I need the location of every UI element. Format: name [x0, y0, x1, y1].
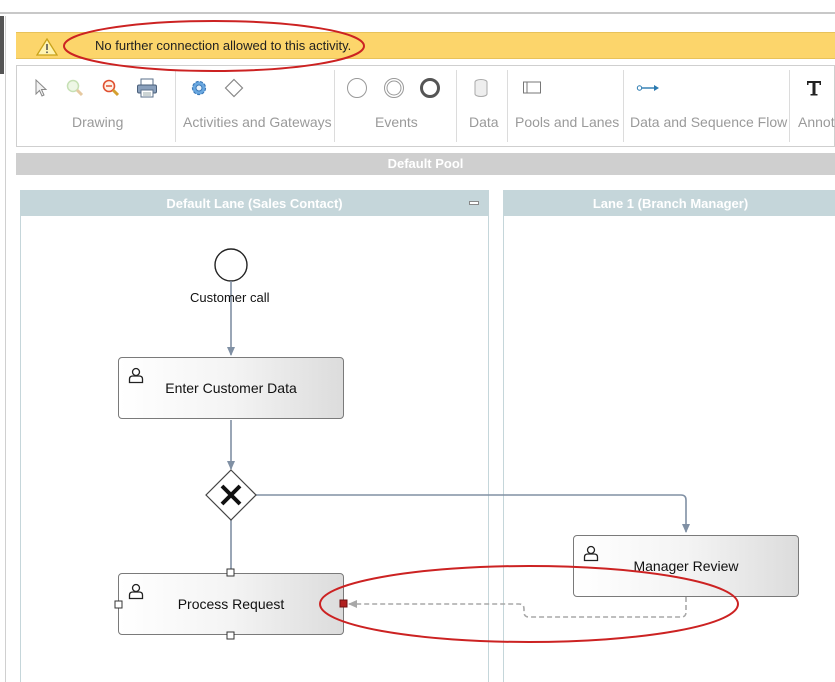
start-event-label: Customer call	[190, 290, 270, 305]
user-task-icon	[128, 367, 144, 384]
task-enter-customer-data[interactable]: Enter Customer Data	[118, 357, 344, 419]
pending-connection[interactable]	[348, 597, 687, 618]
exclusive-gateway[interactable]	[205, 469, 257, 521]
task-label: Process Request	[177, 596, 285, 612]
task-manager-review[interactable]: Manager Review	[573, 535, 799, 597]
task-label: Enter Customer Data	[165, 380, 297, 396]
task-label: Manager Review	[633, 558, 739, 574]
start-event[interactable]	[214, 248, 248, 282]
user-task-icon	[128, 583, 144, 600]
task-process-request[interactable]: Process Request	[118, 573, 344, 635]
user-task-icon	[583, 545, 599, 562]
sequence-flow[interactable]	[255, 494, 690, 533]
